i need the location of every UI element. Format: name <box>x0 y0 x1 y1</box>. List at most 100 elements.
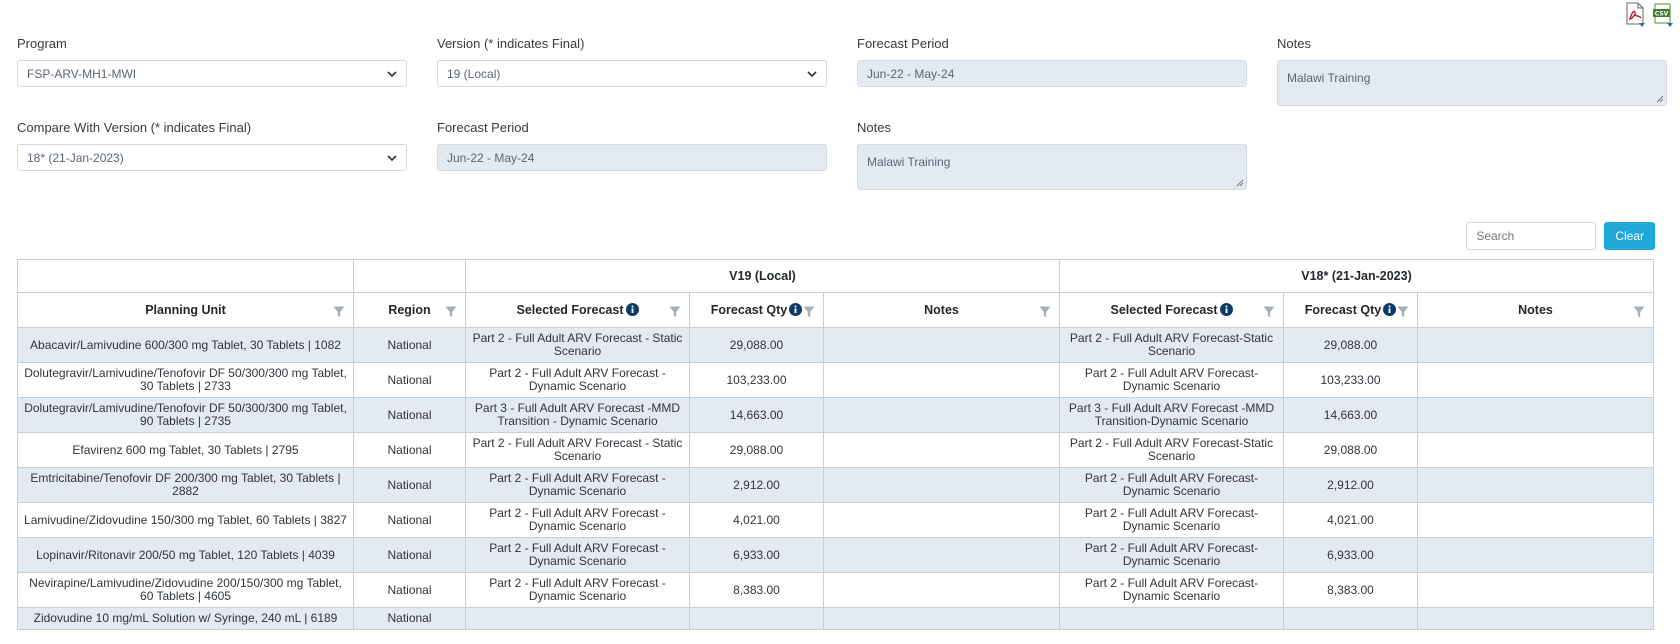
compare-notes-textarea[interactable]: Malawi Training <box>857 144 1247 190</box>
cell-forecast-qty-v2[interactable]: 29,088.00 <box>1283 432 1418 468</box>
col-header-forecast-qty-v1[interactable]: Forecast Qty <box>689 292 824 328</box>
cell-forecast-qty-v2[interactable]: 103,233.00 <box>1283 362 1418 398</box>
pdf-export-icon[interactable] <box>1624 2 1646 28</box>
cell-region[interactable]: National <box>353 362 466 398</box>
cell-planning-unit[interactable]: Emtricitabine/Tenofovir DF 200/300 mg Ta… <box>17 467 354 503</box>
cell-planning-unit[interactable]: Lamivudine/Zidovudine 150/300 mg Tablet,… <box>17 502 354 538</box>
cell-selected-forecast-v2[interactable]: Part 3 - Full Adult ARV Forecast -MMD Tr… <box>1059 397 1284 433</box>
cell-selected-forecast-v1[interactable]: Part 2 - Full Adult ARV Forecast - Dynam… <box>465 572 690 608</box>
col-header-selected-forecast-v1[interactable]: Selected Forecast <box>465 292 690 328</box>
cell-selected-forecast-v1[interactable]: Part 2 - Full Adult ARV Forecast - Dynam… <box>465 467 690 503</box>
table-row[interactable]: Lamivudine/Zidovudine 150/300 mg Tablet,… <box>17 502 1655 538</box>
search-input[interactable] <box>1466 222 1597 250</box>
table-row[interactable]: Dolutegravir/Lamivudine/Tenofovir DF 50/… <box>17 362 1655 398</box>
cell-selected-forecast-v2[interactable]: Part 2 - Full Adult ARV Forecast-Dynamic… <box>1059 467 1284 503</box>
cell-notes-v2[interactable] <box>1416 502 1655 538</box>
cell-selected-forecast-v2[interactable] <box>1059 607 1284 630</box>
cell-selected-forecast-v1[interactable] <box>465 607 690 630</box>
col-header-planning-unit[interactable]: Planning Unit <box>17 292 354 328</box>
cell-notes-v2[interactable] <box>1416 537 1655 573</box>
cell-planning-unit[interactable]: Efavirenz 600 mg Tablet, 30 Tablets | 27… <box>17 432 354 468</box>
filter-icon[interactable] <box>1039 306 1051 318</box>
csv-export-icon[interactable]: CSV <box>1652 2 1674 28</box>
cell-forecast-qty-v1[interactable]: 29,088.00 <box>689 327 824 363</box>
cell-notes-v1[interactable] <box>823 502 1060 538</box>
filter-icon[interactable] <box>1633 306 1645 318</box>
table-row[interactable]: Dolutegravir/Lamivudine/Tenofovir DF 50/… <box>17 397 1655 433</box>
cell-forecast-qty-v1[interactable]: 14,663.00 <box>689 397 824 433</box>
col-header-forecast-qty-v2[interactable]: Forecast Qty <box>1283 292 1418 328</box>
clear-button[interactable]: Clear <box>1604 222 1655 250</box>
cell-forecast-qty-v2[interactable]: 4,021.00 <box>1283 502 1418 538</box>
cell-region[interactable]: National <box>353 467 466 503</box>
compare-forecast-period-input[interactable]: Jun-22 - May-24 <box>437 144 827 171</box>
cell-selected-forecast-v1[interactable]: Part 2 - Full Adult ARV Forecast - Stati… <box>465 327 690 363</box>
cell-selected-forecast-v1[interactable]: Part 2 - Full Adult ARV Forecast - Dynam… <box>465 502 690 538</box>
cell-selected-forecast-v2[interactable]: Part 2 - Full Adult ARV Forecast-Dynamic… <box>1059 537 1284 573</box>
cell-selected-forecast-v1[interactable]: Part 2 - Full Adult ARV Forecast - Dynam… <box>465 537 690 573</box>
cell-forecast-qty-v1[interactable]: 103,233.00 <box>689 362 824 398</box>
cell-forecast-qty-v1[interactable]: 2,912.00 <box>689 467 824 503</box>
cell-forecast-qty-v2[interactable]: 8,383.00 <box>1283 572 1418 608</box>
cell-notes-v2[interactable] <box>1416 327 1655 363</box>
table-row[interactable]: Efavirenz 600 mg Tablet, 30 Tablets | 27… <box>17 432 1655 468</box>
cell-notes-v2[interactable] <box>1416 432 1655 468</box>
cell-region[interactable]: National <box>353 537 466 573</box>
cell-notes-v1[interactable] <box>823 432 1060 468</box>
cell-notes-v1[interactable] <box>823 327 1060 363</box>
resize-grip-icon[interactable] <box>1236 179 1244 187</box>
cell-region[interactable]: National <box>353 432 466 468</box>
table-row[interactable]: Nevirapine/Lamivudine/Zidovudine 200/150… <box>17 572 1655 608</box>
filter-icon[interactable] <box>333 306 345 318</box>
cell-planning-unit[interactable]: Nevirapine/Lamivudine/Zidovudine 200/150… <box>17 572 354 608</box>
cell-planning-unit[interactable]: Abacavir/Lamivudine 600/300 mg Tablet, 3… <box>17 327 354 363</box>
cell-notes-v2[interactable] <box>1416 607 1655 630</box>
cell-notes-v1[interactable] <box>823 362 1060 398</box>
table-row[interactable]: Abacavir/Lamivudine 600/300 mg Tablet, 3… <box>17 327 1655 363</box>
cell-selected-forecast-v2[interactable]: Part 2 - Full Adult ARV Forecast-Static … <box>1059 327 1284 363</box>
cell-forecast-qty-v1[interactable] <box>689 607 824 630</box>
cell-selected-forecast-v2[interactable]: Part 2 - Full Adult ARV Forecast-Dynamic… <box>1059 572 1284 608</box>
cell-selected-forecast-v2[interactable]: Part 2 - Full Adult ARV Forecast-Static … <box>1059 432 1284 468</box>
cell-planning-unit[interactable]: Zidovudine 10 mg/mL Solution w/ Syringe,… <box>17 607 354 630</box>
filter-icon[interactable] <box>669 306 681 318</box>
cell-forecast-qty-v2[interactable]: 2,912.00 <box>1283 467 1418 503</box>
forecast-period-input[interactable]: Jun-22 - May-24 <box>857 60 1247 87</box>
cell-notes-v2[interactable] <box>1416 467 1655 503</box>
program-select[interactable]: FSP-ARV-MH1-MWI <box>17 60 407 87</box>
cell-region[interactable]: National <box>353 572 466 608</box>
cell-forecast-qty-v2[interactable]: 6,933.00 <box>1283 537 1418 573</box>
cell-planning-unit[interactable]: Dolutegravir/Lamivudine/Tenofovir DF 50/… <box>17 362 354 398</box>
cell-selected-forecast-v1[interactable]: Part 2 - Full Adult ARV Forecast - Dynam… <box>465 362 690 398</box>
cell-forecast-qty-v2[interactable]: 14,663.00 <box>1283 397 1418 433</box>
cell-region[interactable]: National <box>353 327 466 363</box>
cell-selected-forecast-v2[interactable]: Part 2 - Full Adult ARV Forecast-Dynamic… <box>1059 362 1284 398</box>
cell-planning-unit[interactable]: Dolutegravir/Lamivudine/Tenofovir DF 50/… <box>17 397 354 433</box>
table-row[interactable]: Zidovudine 10 mg/mL Solution w/ Syringe,… <box>17 607 1655 630</box>
table-row[interactable]: Lopinavir/Ritonavir 200/50 mg Tablet, 12… <box>17 537 1655 573</box>
info-icon[interactable] <box>1219 303 1233 316</box>
cell-region[interactable]: National <box>353 502 466 538</box>
cell-notes-v1[interactable] <box>823 607 1060 630</box>
filter-icon[interactable] <box>1397 306 1409 318</box>
cell-notes-v1[interactable] <box>823 572 1060 608</box>
cell-selected-forecast-v2[interactable]: Part 2 - Full Adult ARV Forecast-Dynamic… <box>1059 502 1284 538</box>
compare-version-select[interactable]: 18* (21-Jan-2023) <box>17 144 407 171</box>
filter-icon[interactable] <box>803 306 815 318</box>
cell-forecast-qty-v1[interactable]: 6,933.00 <box>689 537 824 573</box>
cell-forecast-qty-v2[interactable]: 29,088.00 <box>1283 327 1418 363</box>
cell-region[interactable]: National <box>353 607 466 630</box>
cell-forecast-qty-v1[interactable]: 4,021.00 <box>689 502 824 538</box>
info-icon[interactable] <box>789 303 803 316</box>
info-icon[interactable] <box>1383 303 1397 316</box>
cell-notes-v2[interactable] <box>1416 397 1655 433</box>
cell-planning-unit[interactable]: Lopinavir/Ritonavir 200/50 mg Tablet, 12… <box>17 537 354 573</box>
cell-forecast-qty-v2[interactable] <box>1283 607 1418 630</box>
filter-icon[interactable] <box>445 306 457 318</box>
resize-grip-icon[interactable] <box>1656 95 1664 103</box>
col-header-region[interactable]: Region <box>353 292 466 328</box>
cell-forecast-qty-v1[interactable]: 8,383.00 <box>689 572 824 608</box>
cell-notes-v1[interactable] <box>823 467 1060 503</box>
cell-notes-v2[interactable] <box>1416 572 1655 608</box>
cell-notes-v1[interactable] <box>823 537 1060 573</box>
